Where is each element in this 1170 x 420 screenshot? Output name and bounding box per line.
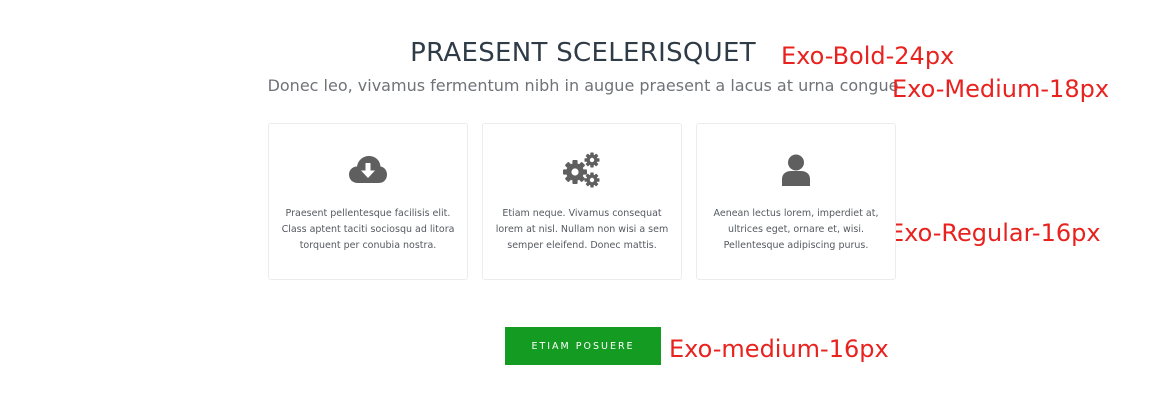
cta-button[interactable]: ETIAM POSUERE xyxy=(505,327,661,365)
font-annotation-subtitle: Exo-Medium-18px xyxy=(892,75,1110,103)
font-annotation-title: Exo-Bold-24px xyxy=(781,42,955,70)
feature-card-1: Praesent pellentesque facilisis elit. Cl… xyxy=(268,123,468,280)
gears-icon xyxy=(562,152,602,188)
card-text-1: Praesent pellentesque facilisis elit. Cl… xyxy=(281,208,455,251)
card-text-2: Etiam neque. Vivamus consequat lorem at … xyxy=(495,208,669,251)
feature-card-3: Aenean lectus lorem, imperdiet at, ultri… xyxy=(696,123,896,280)
feature-card-2: Etiam neque. Vivamus consequat lorem at … xyxy=(482,123,682,280)
cloud-download-icon xyxy=(348,152,388,188)
section-title: PRAESENT SCELERISQUET xyxy=(410,38,756,68)
user-icon xyxy=(776,152,816,188)
font-annotation-button: Exo-medium-16px xyxy=(669,335,889,363)
card-text-3: Aenean lectus lorem, imperdiet at, ultri… xyxy=(713,208,879,251)
font-annotation-body: Exo-Regular-16px xyxy=(889,219,1101,247)
